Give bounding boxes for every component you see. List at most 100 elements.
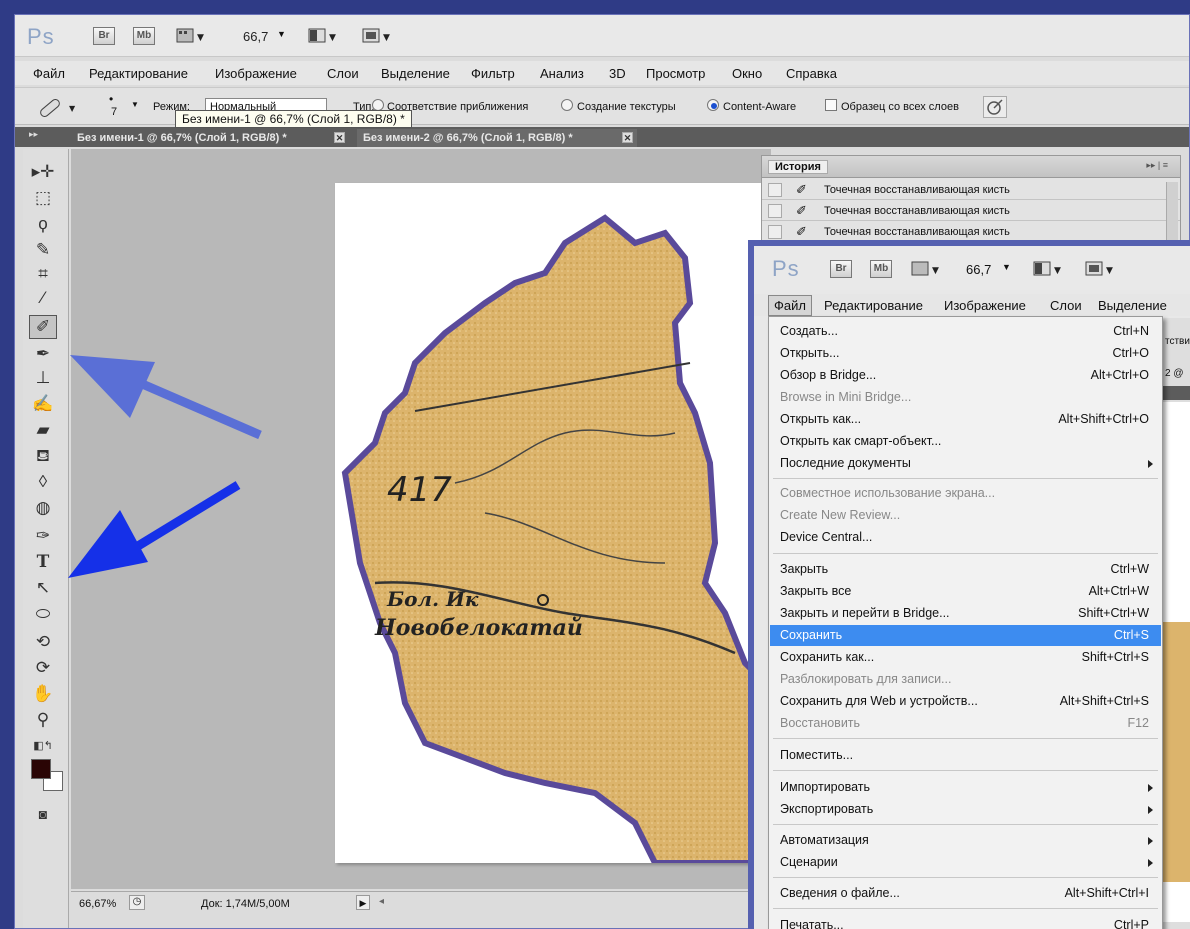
menu-item-save-as[interactable]: Сохранить как... Shift+Ctrl+S [770,647,1161,668]
panel-menu-icon[interactable]: ▸▸ | ≡ [1146,160,1168,171]
tab-untitled-1[interactable]: Без имени-1 @ 66,7% (Слой 1, RGB/8) * ✕ [71,129,349,147]
document-canvas[interactable]: 417 Бол. Ик Новобелокатай [335,183,768,866]
crop-tool-icon[interactable]: ⌗ [31,263,55,285]
menu-help[interactable]: Справка [786,66,837,81]
history-row[interactable]: ✐ Точечная восстанавливающая кисть [762,180,1180,200]
radio-content-aware[interactable] [707,99,719,111]
status-preview-icon[interactable]: ◷ [129,895,145,910]
menu-file[interactable]: Файл [33,66,65,81]
overlay-menu-layers[interactable]: Слои [1050,298,1082,313]
3d-orbit-tool-icon[interactable]: ⟳ [31,657,55,679]
paint-bucket-tool-icon[interactable]: ⛾ [31,445,55,467]
menu-item-file-info[interactable]: Сведения о файле... Alt+Shift+Ctrl+I [770,883,1161,904]
tab-untitled-2[interactable]: Без имени-2 @ 66,7% (Слой 1, RGB/8) * ✕ [357,129,637,147]
blur-tool-icon[interactable]: ◊ [31,471,55,493]
menu-layers[interactable]: Слои [327,66,359,81]
eyedropper-tool-icon[interactable]: ⁄ [31,287,55,309]
menu-edit[interactable]: Редактирование [89,66,188,81]
pen-tool-icon[interactable]: ✑ [31,525,55,547]
overlay-arrange-button[interactable]: ▼ [1032,260,1062,278]
history-row[interactable]: ✐ Точечная восстанавливающая кисть [762,201,1180,221]
bridge-button[interactable]: Br [93,27,115,45]
menu-item-save[interactable]: Сохранить Ctrl+S [770,625,1161,646]
tool-preset-picker[interactable]: ▼ [35,96,79,118]
menu-item-place[interactable]: Поместить... [770,745,1161,766]
menu-item-close[interactable]: Закрыть Ctrl+W [770,559,1161,580]
screen-mode-button[interactable]: ▼ [361,27,391,45]
menu-window[interactable]: Окно [732,66,762,81]
menu-item-open-smart-object[interactable]: Открыть как смарт-объект... [770,431,1161,452]
overlay-view-extras-button[interactable]: ▼ [910,260,940,278]
spot-healing-brush-icon[interactable]: ✐ [29,315,57,339]
brush-tool-icon[interactable]: ✒ [31,343,55,365]
default-colors-icon[interactable]: ◧↰ [31,735,55,757]
eraser-tool-icon[interactable]: ▰ [31,419,55,441]
overlay-menu-file[interactable]: Файл [768,295,812,316]
quick-selection-tool-icon[interactable]: ✎ [31,239,55,261]
pressure-size-button[interactable] [983,96,1007,118]
menu-3d[interactable]: 3D [609,66,626,81]
hand-tool-icon[interactable]: ✋ [31,683,55,705]
zoom-level[interactable]: 66,7 [243,29,268,44]
menu-analysis[interactable]: Анализ [540,66,584,81]
radio-create-texture[interactable] [561,99,573,111]
move-tool-icon[interactable]: ▸✛ [31,161,55,183]
history-snapshot-box[interactable] [768,183,782,197]
marquee-tool-icon[interactable]: ⬚ [31,187,55,209]
mini-bridge-button[interactable]: Mb [133,27,155,45]
lasso-tool-icon[interactable]: ϙ [31,213,55,235]
menu-item-open-as[interactable]: Открыть как... Alt+Shift+Ctrl+O [770,409,1161,430]
overlay-bridge-button[interactable]: Br [830,260,852,278]
menu-item-close-all[interactable]: Закрыть все Alt+Ctrl+W [770,581,1161,602]
menu-item-recent[interactable]: Последние документы [770,453,1161,474]
status-menu-arrow-icon[interactable]: ▶ [356,895,370,910]
menu-item-export[interactable]: Экспортировать [770,799,1161,820]
overlay-zoom-dropdown-icon[interactable]: ▼ [1002,262,1011,272]
quick-mask-icon[interactable]: ◙ [31,803,55,825]
overlay-zoom-level[interactable]: 66,7 [966,262,991,277]
history-brush-tool-icon[interactable]: ✍ [31,393,55,415]
foreground-color-swatch[interactable] [31,759,51,779]
overlay-screen-mode-button[interactable]: ▼ [1084,260,1114,278]
history-snapshot-box[interactable] [768,204,782,218]
menu-item-scripts[interactable]: Сценарии [770,852,1161,873]
overlay-menu-edit[interactable]: Редактирование [824,298,923,313]
overlay-menu-image[interactable]: Изображение [944,298,1026,313]
tab-close-icon[interactable]: ✕ [622,132,633,143]
brush-size-picker[interactable]: • 7 ▼ [105,92,145,122]
dodge-tool-icon[interactable]: ◍ [31,497,55,519]
history-row[interactable]: ✐ Точечная восстанавливающая кисть [762,222,1180,242]
status-zoom[interactable]: 66,67% [79,898,116,910]
menu-view[interactable]: Просмотр [646,66,705,81]
ellipse-tool-icon[interactable]: ⬭ [31,603,55,625]
scroll-left-icon[interactable]: ◂ [379,896,384,907]
zoom-tool-icon[interactable]: ⚲ [31,709,55,731]
menu-select[interactable]: Выделение [381,66,450,81]
history-scrollbar[interactable] [1166,182,1178,242]
type-tool-icon[interactable]: T [31,551,55,573]
menu-item-device-central[interactable]: Device Central... [770,527,1161,548]
clone-stamp-tool-icon[interactable]: ⊥ [31,367,55,389]
zoom-dropdown-icon[interactable]: ▼ [277,29,286,39]
menu-item-print[interactable]: Печатать... Ctrl+P [770,915,1161,929]
tab-close-icon[interactable]: ✕ [334,132,345,143]
sample-all-layers-checkbox[interactable] [825,99,837,111]
view-extras-button[interactable]: ▼ [175,27,205,45]
arrange-documents-button[interactable]: ▼ [307,27,337,45]
menu-item-browse-bridge[interactable]: Обзор в Bridge... Alt+Ctrl+O [770,365,1161,386]
overlay-mini-bridge-button[interactable]: Mb [870,260,892,278]
history-tab[interactable]: История [768,160,828,174]
menu-item-open[interactable]: Открыть... Ctrl+O [770,343,1161,364]
menu-item-new[interactable]: Создать... Ctrl+N [770,321,1161,342]
history-snapshot-box[interactable] [768,225,782,239]
menu-filter[interactable]: Фильтр [471,66,515,81]
menu-item-save-for-web[interactable]: Сохранить для Web и устройств... Alt+Shif… [770,691,1161,712]
collapse-panel-icon[interactable]: ▸▸ [29,129,38,140]
menu-image[interactable]: Изображение [215,66,297,81]
menu-item-automate[interactable]: Автоматизация [770,830,1161,851]
overlay-menu-select[interactable]: Выделение [1098,298,1167,313]
3d-rotate-tool-icon[interactable]: ⟲ [31,631,55,653]
color-swatches[interactable] [29,757,69,793]
menu-item-import[interactable]: Импортировать [770,777,1161,798]
path-selection-tool-icon[interactable]: ↖ [31,577,55,599]
